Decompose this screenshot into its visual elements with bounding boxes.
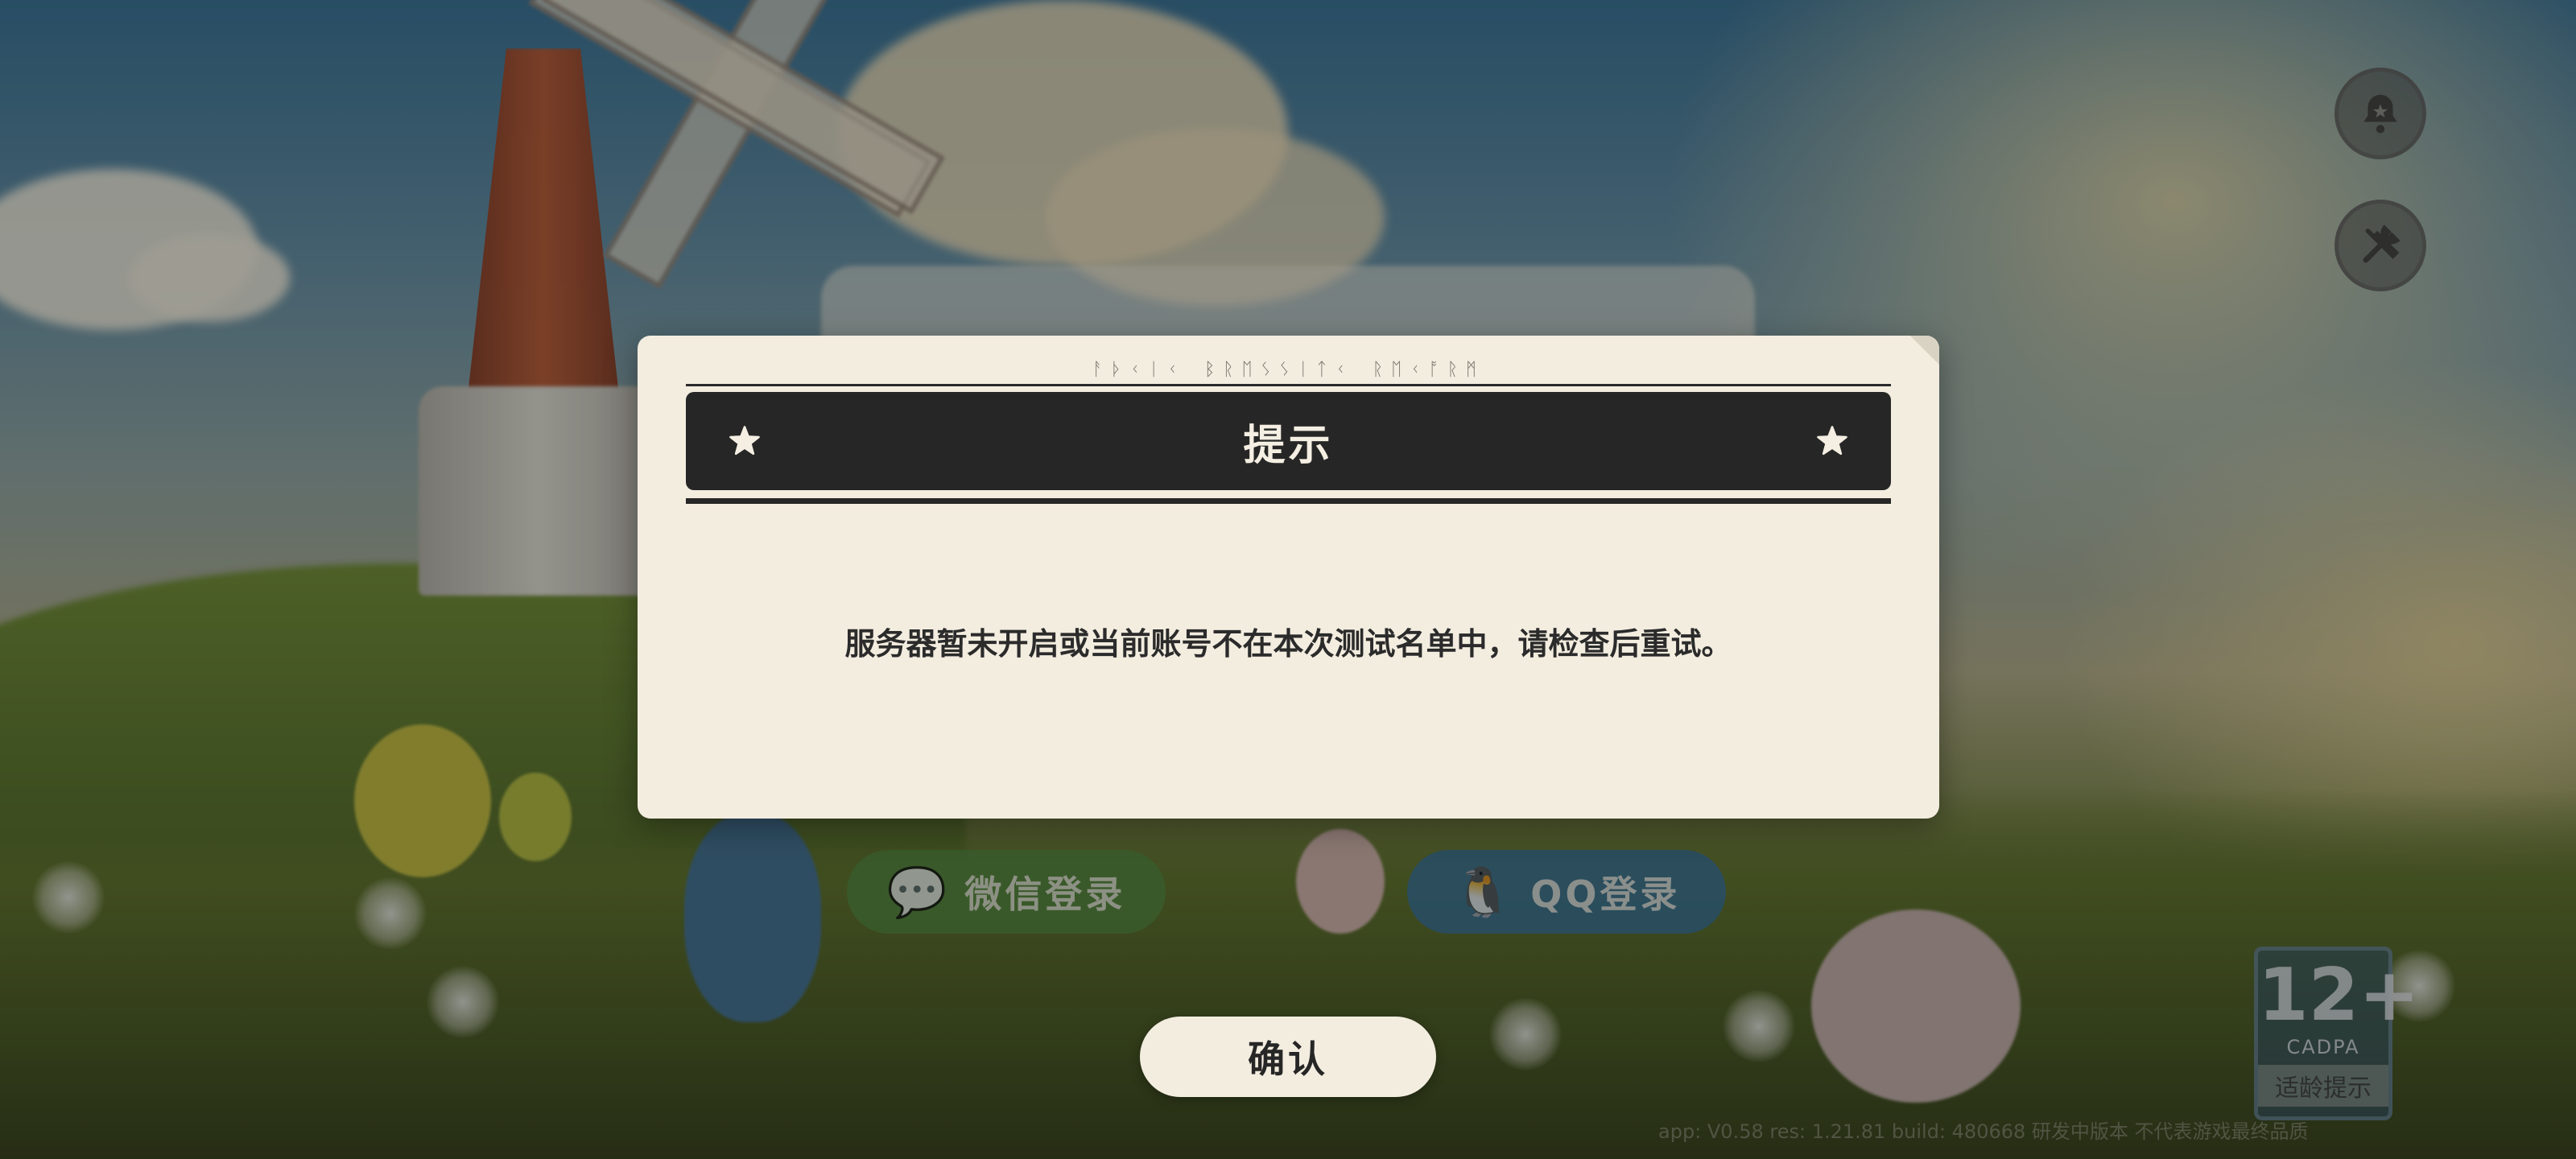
title-divider-top — [686, 384, 1891, 386]
title-divider-bottom — [686, 498, 1891, 504]
dialog-title: 提示 — [1243, 421, 1334, 470]
confirm-button[interactable]: 确认 — [1140, 1017, 1436, 1097]
dialog-rune-decoration: ᚨᚦᚲᛁᚲ ᛒᚱᛖᛊᛊᛁᛏᚲ ᚱᛖᚲᚩᚱᛗ — [1092, 360, 1485, 380]
star-icon — [1817, 426, 1847, 456]
star-icon — [729, 426, 760, 456]
dialog-message: 服务器暂未开启或当前账号不在本次测试名单中，请检查后重试。 — [844, 626, 1732, 662]
dialog-title-bar: 提示 — [686, 392, 1891, 490]
notice-dialog: ᚨᚦᚲᛁᚲ ᛒᚱᛖᛊᛊᛁᛏᚲ ᚱᛖᚲᚩᚱᛗ 提示 服务器暂未开启或当前账号不在本… — [638, 336, 1939, 819]
